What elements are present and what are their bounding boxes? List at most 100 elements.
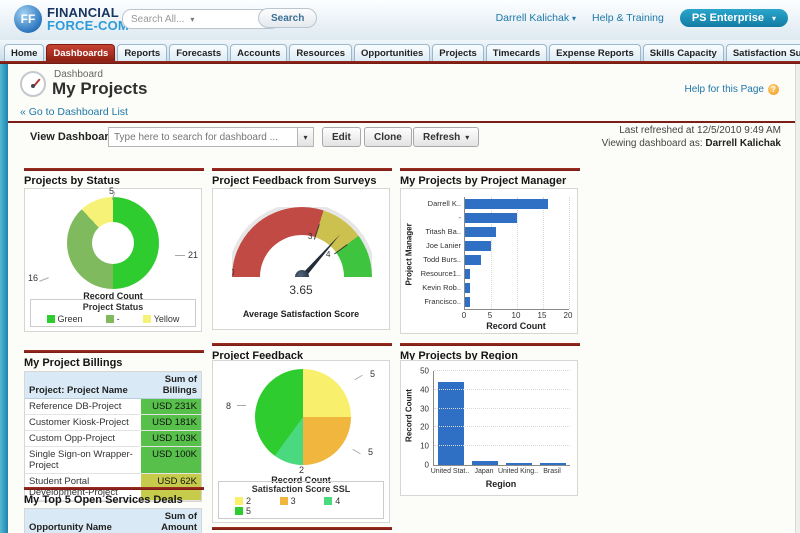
gauge-tick-label: 0 [232,268,234,277]
bar[interactable] [465,227,496,237]
deals-table: Opportunity Name Sum of Amount [24,508,202,533]
clone-button[interactable]: Clone [364,127,412,147]
category-label: United Stat.. [431,468,470,475]
billings-value-cell[interactable]: USD 100K [141,447,201,474]
global-search-input[interactable]: Search All... ▾ [122,9,280,29]
y-tick-label: 20 [420,423,429,432]
bar[interactable] [506,463,532,465]
project-name-cell: Single Sign-on Wrapper-Project [25,447,141,474]
tab-satisfaction-surveys[interactable]: Satisfaction Surveys [726,44,800,61]
table-row[interactable]: Reference DB-ProjectUSD 231K [25,399,201,415]
gridline [543,197,544,309]
x-tick-label: 5 [488,311,492,320]
go-to-dashboard-list-link[interactable]: « Go to Dashboard List [20,106,128,118]
region-bar-chart[interactable]: Record Count 01020304050 United Stat..Ja… [400,360,578,496]
bar[interactable] [465,297,470,307]
pie-disc [255,369,351,465]
feedback-legend: Satisfaction Score SSL 2345 [218,481,384,519]
column-header[interactable]: Sum of Amount [141,509,201,533]
tab-dashboards[interactable]: Dashboards [46,44,115,61]
legend-item: 4 [324,496,369,506]
chart-caption: Average Satisfaction Score [213,309,389,319]
tab-home[interactable]: Home [4,44,44,61]
table-row[interactable]: Customer Kiosk-ProjectUSD 181K [25,415,201,431]
legend-swatch [324,497,332,505]
billings-table: Project: Project Name Sum of Billings Re… [24,371,202,502]
legend-swatch [143,315,151,323]
bar[interactable] [438,382,464,465]
app-menu[interactable]: PS Enterprise▾ [680,9,788,27]
dashboard-dropdown-button[interactable]: ▾ [297,127,314,147]
bar[interactable] [465,283,470,293]
gridline [434,445,570,446]
leader-line [237,405,246,406]
dashboard-icon [20,71,46,97]
tab-opportunities[interactable]: Opportunities [354,44,430,61]
status-legend: Project Status Green-Yellow [30,299,196,327]
category-label: Japan [474,468,493,475]
search-button[interactable]: Search [258,8,317,28]
feedback-pie-chart[interactable]: 5 5 2 8 Record Count Satisfaction Score … [212,360,390,523]
tab-expense-reports[interactable]: Expense Reports [549,44,641,61]
legend-item: 3 [280,496,325,506]
bar[interactable] [465,269,470,279]
tab-projects[interactable]: Projects [432,44,484,61]
project-name-cell: Customer Kiosk-Project [25,415,141,431]
logo-text-line2: FORCE-COM [47,19,129,32]
global-header: FF FINANCIAL FORCE-COM Search All... ▾ S… [0,0,800,41]
tab-reports[interactable]: Reports [117,44,167,61]
project-name-cell: Reference DB-Project [25,399,141,415]
table-row[interactable]: Single Sign-on Wrapper-ProjectUSD 100K [25,447,201,474]
slice-value-label: 16 [28,273,38,283]
legend-title: Satisfaction Score SSL [219,484,383,494]
tab-resources[interactable]: Resources [289,44,352,61]
logo-icon: FF [14,5,42,33]
panel-title: My Top 5 Open Services Deals [24,494,204,506]
refresh-caret-icon[interactable]: ▾ [465,133,469,142]
tab-skills-capacity[interactable]: Skills Capacity [643,44,724,61]
dashboard-search-input[interactable] [108,127,298,147]
billings-value-cell[interactable]: USD 231K [141,399,201,415]
tab-timecards[interactable]: Timecards [486,44,547,61]
bar[interactable] [465,213,517,223]
category-label: Resource1.. [409,267,461,281]
bar[interactable] [465,199,548,209]
column-header[interactable]: Project: Project Name [25,372,141,399]
legend-swatch [235,507,243,515]
refresh-button[interactable]: Refresh▾ [413,127,479,147]
panel-project-feedback-from-surveys: Project Feedback from Surveys 0 3 4 5 3.… [212,168,392,187]
gridline [434,426,570,427]
slice-value-label: 8 [226,401,231,411]
table-row[interactable]: Custom Opp-ProjectUSD 103K [25,431,201,447]
tab-accounts[interactable]: Accounts [230,44,287,61]
leader-line [352,449,360,454]
y-tick-label: 30 [420,404,429,413]
column-header[interactable]: Opportunity Name [25,509,141,533]
main-content: Dashboard My Projects « Go to Dashboard … [8,64,796,533]
search-scope-caret-icon[interactable]: ▾ [190,15,194,24]
legend-swatch [47,315,55,323]
column-header[interactable]: Sum of Billings [141,372,201,399]
satisfaction-gauge-chart[interactable]: 0 3 4 5 3.65 Average Satisfaction Score [212,188,390,330]
bar[interactable] [540,463,566,465]
bar[interactable] [465,241,491,251]
tab-bar: HomeDashboardsReportsForecastsAccountsRe… [0,40,800,61]
edit-button[interactable]: Edit [322,127,361,147]
category-label: Brasil [543,468,561,475]
manager-bar-chart[interactable]: Project Manager Darrell K..-Titash Ba..J… [400,188,578,334]
legend-swatch [280,497,288,505]
billings-value-cell[interactable]: USD 103K [141,431,201,447]
help-for-this-page-link[interactable]: Help for this Page? [685,84,780,95]
legend-item: - [106,314,120,324]
gridline [434,389,570,390]
help-training-link[interactable]: Help & Training [592,12,664,24]
user-menu[interactable]: Darrell Kalichak ▾ [496,12,576,24]
gridline [517,197,518,309]
status-donut-chart[interactable]: 21 16 5 Record Count Project Status Gree… [24,188,202,332]
bar[interactable] [465,255,481,265]
panel-projects-by-status: Projects by Status 21 16 5 Record Count … [24,168,204,338]
y-tick-label: 40 [420,385,429,394]
billings-value-cell[interactable]: USD 181K [141,415,201,431]
bar[interactable] [472,461,498,465]
tab-forecasts[interactable]: Forecasts [169,44,228,61]
